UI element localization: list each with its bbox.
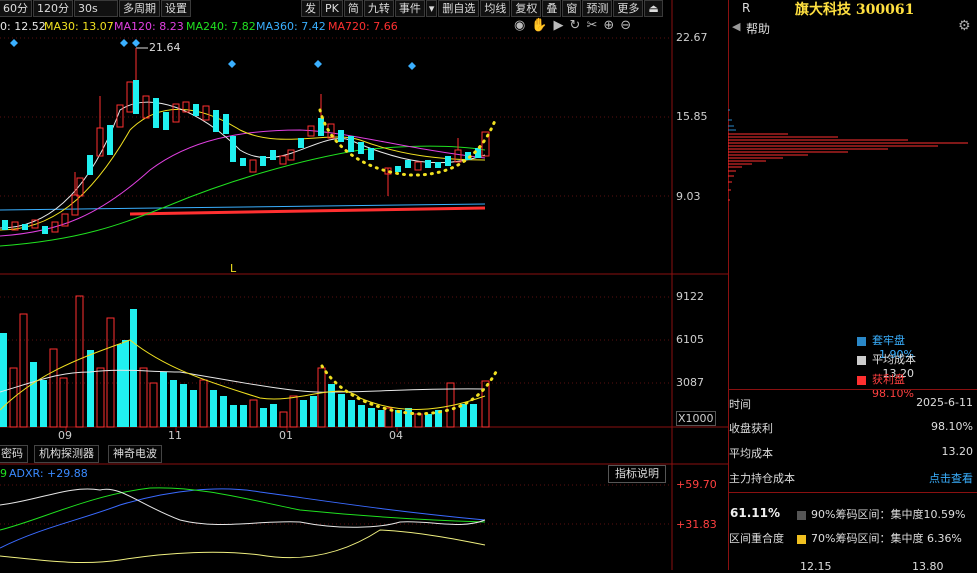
indicator-prefix: 9 — [0, 467, 7, 480]
info-label: 收盘获利 — [729, 422, 773, 435]
avg-cost-label: 平均成本 — [872, 353, 916, 366]
info-value: 2025-6-11 — [916, 396, 973, 409]
kline-chart[interactable] — [0, 0, 730, 570]
info-value: 13.20 — [941, 445, 974, 458]
concentration-pct: 61.11% — [730, 506, 780, 520]
overlap-label: 区间重合度 — [729, 532, 784, 545]
range-90: 90%筹码区间：集中度10.59% — [797, 506, 965, 522]
range-70-text: 70%筹码区间：集中度 6.36% — [811, 532, 962, 545]
tab-password[interactable]: 密码 — [0, 445, 28, 463]
tab-institution-detector[interactable]: 机构探测器 — [34, 445, 99, 463]
info-row-close-profit: 收盘获利 98.10% — [729, 420, 975, 436]
profit-label: 获利盘 — [872, 373, 905, 386]
range-90-text: 90%筹码区间：集中度10.59% — [811, 508, 966, 521]
avg-cost-swatch — [857, 355, 866, 365]
tab-magic-wave[interactable]: 神奇电波 — [108, 445, 162, 463]
info-value: 98.10% — [931, 420, 973, 433]
chip-histogram — [728, 109, 968, 201]
help-icon[interactable]: ◀ — [732, 20, 740, 33]
stock-title: 旗大科技 300061 — [795, 2, 915, 18]
info-row-time: 时间 2025-6-11 — [729, 396, 975, 412]
panel-divider — [728, 389, 977, 390]
info-label: 时间 — [729, 398, 751, 411]
info-label: 主力持仓成本 — [729, 472, 795, 485]
view-main-cost-link[interactable]: 点击查看 — [929, 470, 973, 486]
range-high-value: 13.80 — [912, 560, 944, 573]
trapped-swatch — [857, 336, 866, 346]
adxr-label: ADXR: +29.88 — [9, 467, 88, 480]
r-marker: R — [742, 1, 751, 15]
help-link[interactable]: 帮助 — [746, 20, 770, 37]
range-90-swatch — [797, 510, 806, 520]
panel-divider — [728, 492, 977, 493]
range-70-swatch — [797, 534, 806, 544]
gear-icon[interactable]: ⚙ — [958, 18, 971, 34]
info-row-main-cost: 主力持仓成本 点击查看 — [729, 470, 975, 486]
range-70: 70%筹码区间：集中度 6.36% — [797, 530, 962, 546]
trapped-label: 套牢盘 — [872, 334, 905, 347]
indicator-help-button[interactable]: 指标说明 — [608, 465, 666, 483]
profit-swatch — [857, 375, 866, 385]
range-low-value: 12.15 — [800, 560, 832, 573]
info-label: 平均成本 — [729, 447, 773, 460]
info-row-avg-cost: 平均成本 13.20 — [729, 445, 975, 461]
